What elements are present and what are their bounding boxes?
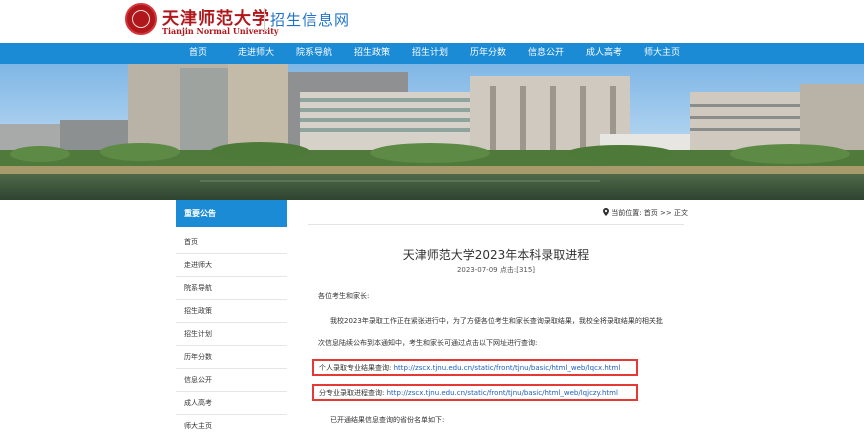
breadcrumb-separator: >> <box>660 209 672 217</box>
sidebar-item-university[interactable]: 师大主页 <box>176 415 287 432</box>
sidebar-item-scores[interactable]: 历年分数 <box>176 346 287 369</box>
sidebar-item-home[interactable]: 首页 <box>176 231 287 254</box>
article-paragraph-1: 我校2023年录取工作正在紧张进行中，为了方便各位考生和家长查询录取结果，我校全… <box>330 317 663 325</box>
logo-english-name: Tianjin Normal University <box>162 26 279 36</box>
breadcrumb-home-link[interactable]: 首页 <box>644 209 658 217</box>
nav-item-scores[interactable]: 历年分数 <box>462 43 514 64</box>
sidebar-item-plan[interactable]: 招生计划 <box>176 323 287 346</box>
nav-item-about[interactable]: 走进师大 <box>230 43 282 64</box>
sidebar-item-policy[interactable]: 招生政策 <box>176 300 287 323</box>
seal-ring <box>132 10 150 28</box>
logo-divider <box>264 8 265 32</box>
breadcrumb-current: 正文 <box>674 209 688 217</box>
article-main: 当前位置: 首页 >> 正文 天津师范大学2023年本科录取进程 2023-07… <box>300 200 692 432</box>
article-paragraph-3: 已开通结果信息查询的省份名单如下: <box>330 416 445 424</box>
nav-item-departments[interactable]: 院系导航 <box>288 43 340 64</box>
sidebar-item-departments[interactable]: 院系导航 <box>176 277 287 300</box>
sidebar-title: 重要公告 <box>176 200 287 227</box>
nav-item-policy[interactable]: 招生政策 <box>346 43 398 64</box>
article-meta: 2023-07-09 点击:[315] <box>300 265 692 275</box>
site-name: 招生信息网 <box>270 11 351 29</box>
article-hits: [315] <box>516 266 536 274</box>
nav-item-adult[interactable]: 成人高考 <box>578 43 630 64</box>
article-greeting: 各位考生和家长: <box>318 292 370 300</box>
breadcrumb-prefix: 当前位置: <box>611 209 642 217</box>
sidebar-item-info[interactable]: 信息公开 <box>176 369 287 392</box>
article-date: 2023-07-09 <box>456 266 498 274</box>
article-hits-label: 点击: <box>499 266 517 274</box>
sidebar-item-about[interactable]: 走进师大 <box>176 254 287 277</box>
query-link-2[interactable]: http://zscx.tjnu.edu.cn/static/front/tjn… <box>387 389 618 397</box>
query-link-row-1: 个人录取专业结果查询: http://zscx.tjnu.edu.cn/stat… <box>319 363 620 373</box>
article-paragraph-2: 次信息陆续公布到本通知中，考生和家长可通过点击以下网址进行查询: <box>318 339 538 347</box>
campus-banner-illustration <box>0 64 864 200</box>
breadcrumb: 当前位置: 首页 >> 正文 <box>602 208 688 218</box>
nav-item-university[interactable]: 师大主页 <box>636 43 688 64</box>
query-link-box-2: 分专业录取进程查询: http://zscx.tjnu.edu.cn/stati… <box>312 384 638 401</box>
article-title: 天津师范大学2023年本科录取进程 <box>402 248 590 262</box>
query-link-1[interactable]: http://zscx.tjnu.edu.cn/static/front/tjn… <box>394 364 621 372</box>
nav-item-home[interactable]: 首页 <box>172 43 224 64</box>
nav-item-plan[interactable]: 招生计划 <box>404 43 456 64</box>
query-link-row-2: 分专业录取进程查询: http://zscx.tjnu.edu.cn/stati… <box>319 388 618 398</box>
location-pin-icon <box>602 208 611 217</box>
campus-banner-image <box>0 64 864 200</box>
breadcrumb-divider <box>308 224 684 225</box>
sidebar-item-adult[interactable]: 成人高考 <box>176 392 287 415</box>
nav-item-info[interactable]: 信息公开 <box>520 43 572 64</box>
query-link-box-1: 个人录取专业结果查询: http://zscx.tjnu.edu.cn/stat… <box>312 359 638 376</box>
main-nav: 首页 走进师大 院系导航 招生政策 招生计划 历年分数 信息公开 成人高考 师大… <box>0 43 864 64</box>
left-sidebar: 重要公告 首页 走进师大 院系导航 招生政策 招生计划 历年分数 信息公开 成人… <box>176 200 287 432</box>
university-seal-icon[interactable] <box>125 3 157 35</box>
query-link-label-1: 个人录取专业结果查询: <box>319 364 392 372</box>
query-link-label-2: 分专业录取进程查询: <box>319 389 385 397</box>
site-header: 天津师范大学 Tianjin Normal University 招生信息网 <box>0 0 864 43</box>
